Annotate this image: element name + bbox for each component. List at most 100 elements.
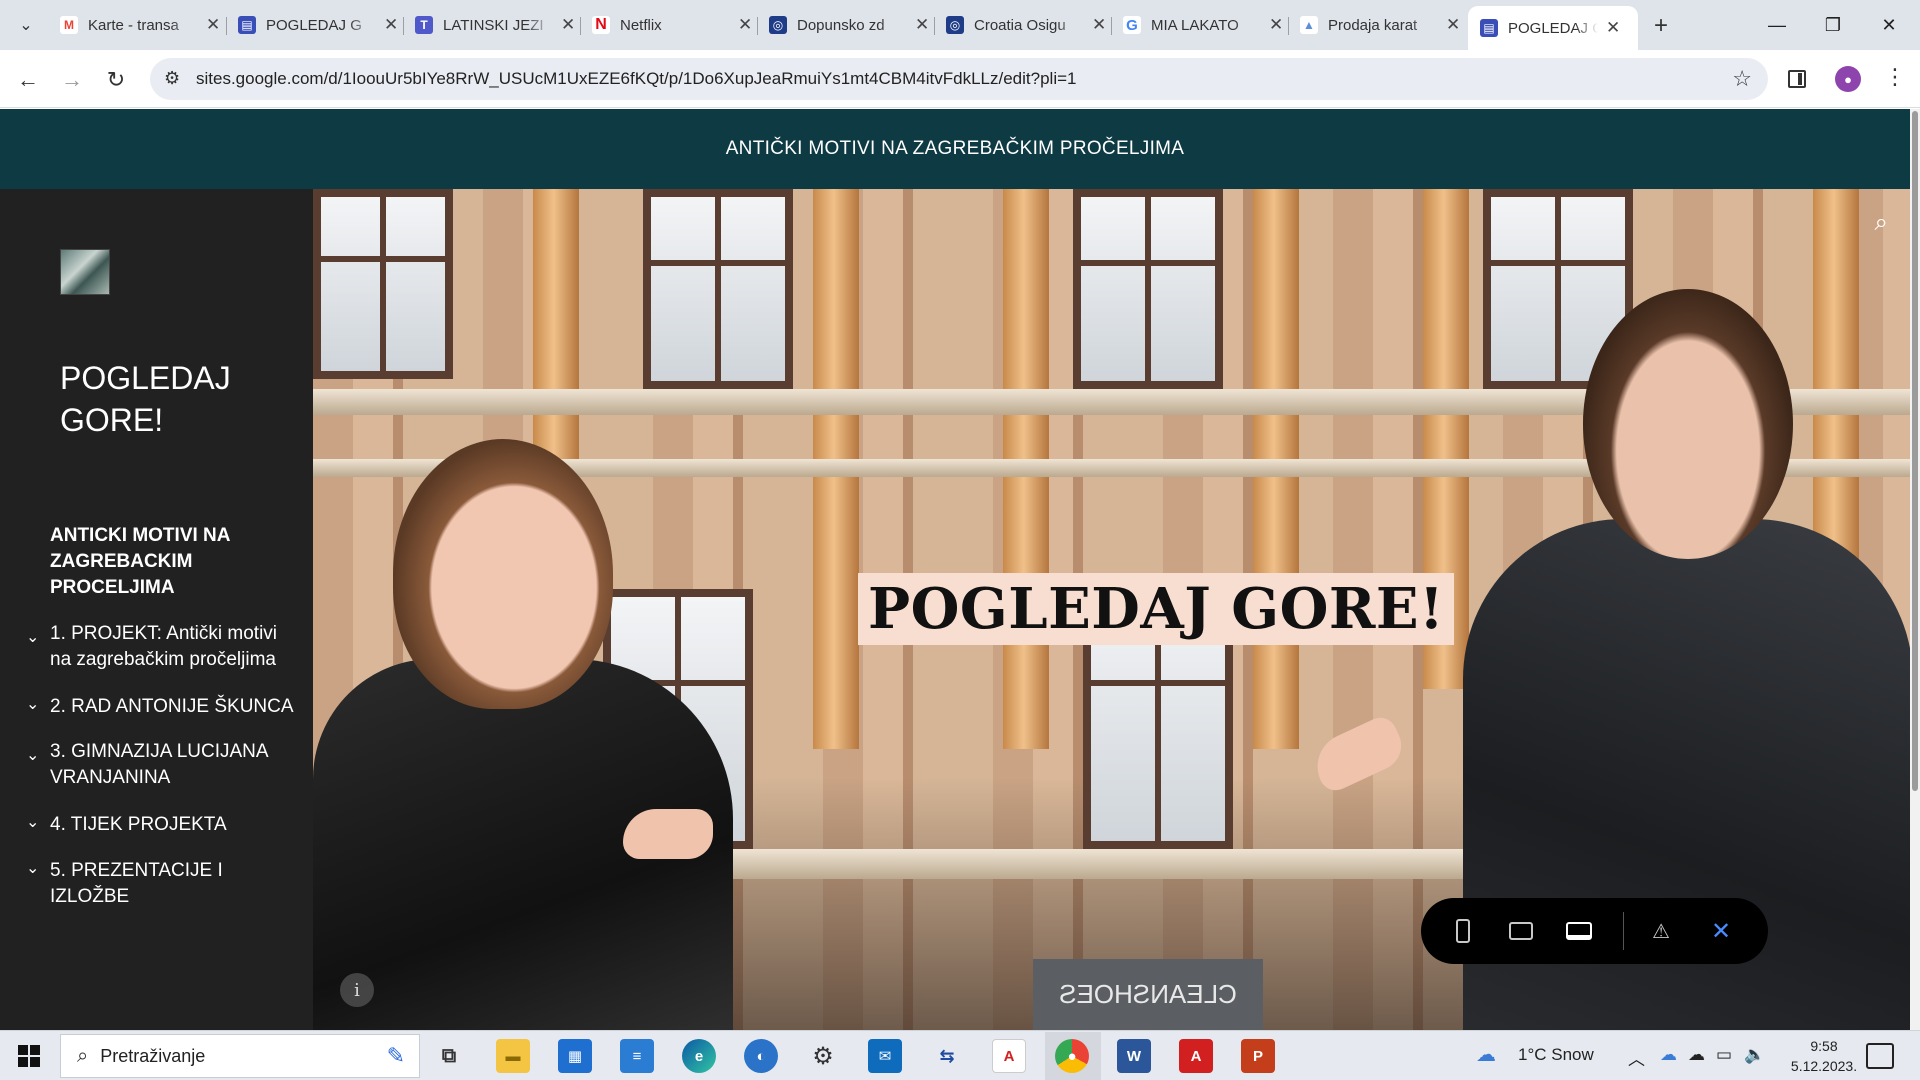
site-info-icon[interactable]: ⚙ — [164, 68, 180, 89]
close-icon[interactable]: ✕ — [738, 15, 752, 35]
tab-search-chevron-icon[interactable]: ⌄ — [12, 11, 40, 39]
nav-item-1[interactable]: ⌄ 1. PROJEKT: Antički motivi na zagrebač… — [26, 621, 300, 673]
bookmark-star-icon[interactable]: ☆ — [1732, 66, 1752, 92]
person-left — [313, 439, 793, 1030]
reload-icon[interactable]: ↻ — [100, 64, 132, 96]
side-panel-icon[interactable] — [1788, 70, 1806, 88]
close-icon[interactable]: ✕ — [561, 15, 575, 35]
close-icon[interactable]: ✕ — [1606, 18, 1620, 38]
browser-tab-active[interactable]: ▤ POGLEDAJ G ✕ — [1468, 6, 1638, 50]
chrome-icon[interactable]: ● — [1055, 1039, 1089, 1073]
task-view-icon[interactable]: ⧉ — [432, 1039, 466, 1073]
tab-title: Karte - transa — [88, 16, 179, 34]
scrollbar-thumb[interactable] — [1912, 111, 1918, 791]
back-arrow-icon[interactable]: ← — [12, 64, 44, 96]
taskbar-search-box[interactable]: ⌕ Pretraživanje ✎ — [60, 1034, 420, 1078]
address-bar[interactable]: ⚙ sites.google.com/d/1IoouUr5bIYe8RrW_US… — [150, 58, 1768, 100]
chevron-down-icon[interactable]: ⌄ — [26, 743, 39, 769]
edge-icon[interactable]: e — [682, 1039, 716, 1073]
chevron-down-icon[interactable]: ⌄ — [26, 625, 39, 651]
clock-time: 9:58 — [1810, 1038, 1838, 1054]
tab-title: MIA LAKATO — [1151, 16, 1239, 34]
tab-title: Croatia Osigu — [974, 16, 1066, 34]
close-icon[interactable]: ✕ — [384, 15, 398, 35]
nav-item-5[interactable]: ⌄ 5. PREZENTACIJE I IZLOŽBE — [26, 858, 300, 910]
kebab-menu-icon[interactable]: ⋮ — [1884, 64, 1906, 90]
close-icon[interactable]: ✕ — [1446, 15, 1460, 35]
browser-tab-6[interactable]: ◎ Croatia Osigu ✕ — [934, 8, 1118, 42]
window-close-icon[interactable]: ✕ — [1874, 10, 1904, 40]
site-title[interactable]: POGLEDAJ GORE! — [60, 357, 280, 441]
restore-icon[interactable]: ❐ — [1818, 10, 1848, 40]
feedback-icon[interactable]: ⚠ — [1643, 913, 1679, 949]
acrobat-icon[interactable]: A — [992, 1039, 1026, 1073]
chevron-down-icon[interactable]: ⌄ — [26, 856, 39, 882]
windows-start-icon[interactable] — [18, 1045, 40, 1067]
taskbar-clock[interactable]: 9:58 5.12.2023. — [1778, 1036, 1870, 1076]
notepad-icon[interactable]: ≡ — [620, 1039, 654, 1073]
hero-banner-image: CLEANSHOES POGLEDAJ GORE! ⌕ i ⚠ ✕ — [313, 189, 1910, 1030]
tab-title: LATINSKI JEZI — [443, 16, 544, 34]
minimize-icon[interactable]: — — [1762, 10, 1792, 40]
acrobat-reader-icon[interactable]: A — [1179, 1039, 1213, 1073]
nav-item-label: 2. RAD ANTONIJE ŠKUNCA — [50, 696, 294, 717]
volume-icon[interactable]: 🔈 — [1744, 1045, 1765, 1065]
profile-avatar[interactable]: ● — [1835, 66, 1861, 92]
powerpoint-icon[interactable]: P — [1241, 1039, 1275, 1073]
teams-icon: T — [415, 16, 433, 34]
info-icon[interactable]: i — [340, 973, 374, 1007]
onedrive-icon[interactable]: ☁ — [1660, 1045, 1677, 1065]
nav-item-2[interactable]: ⌄ 2. RAD ANTONIJE ŠKUNCA — [26, 694, 300, 720]
close-icon[interactable]: ✕ — [1269, 15, 1283, 35]
browser-tab-1[interactable]: M Karte - transa ✕ — [48, 8, 232, 42]
browser-tab-5[interactable]: ◎ Dopunsko zd ✕ — [757, 8, 941, 42]
browser-tab-8[interactable]: ▲ Prodaja karat ✕ — [1288, 8, 1472, 42]
nav-item-3[interactable]: ⌄ 3. GIMNAZIJA LUCIJANA VRANJANINA — [26, 739, 300, 791]
tray-chevron-up-icon[interactable]: ︿ — [1628, 1045, 1645, 1070]
notifications-icon[interactable] — [1866, 1043, 1894, 1069]
mountain-icon: ▲ — [1300, 16, 1318, 34]
close-icon[interactable]: ✕ — [1092, 15, 1106, 35]
croatia-osig-icon: ◎ — [946, 16, 964, 34]
url-text[interactable]: sites.google.com/d/1IoouUr5bIYe8RrW_USUc… — [196, 69, 1076, 89]
header-title-link[interactable]: ANTIČKI MOTIVI NA ZAGREBAČKIM PROČELJIMA — [726, 138, 1185, 160]
browser-tab-3[interactable]: T LATINSKI JEZI ✕ — [403, 8, 587, 42]
browser-tab-2[interactable]: ▤ POGLEDAJ G ✕ — [226, 8, 410, 42]
chevron-down-icon[interactable]: ⌄ — [26, 692, 39, 718]
chevron-down-icon[interactable]: ⌄ — [26, 810, 39, 836]
tab-title: POGLEDAJ G — [266, 16, 362, 34]
mail-icon[interactable]: ✉ — [868, 1039, 902, 1073]
store-icon[interactable]: ▦ — [558, 1039, 592, 1073]
search-icon[interactable]: ⌕ — [1875, 209, 1888, 237]
weather-text[interactable]: 1°C Snow — [1518, 1045, 1594, 1065]
weather-icon[interactable]: ☁ — [1476, 1042, 1496, 1067]
close-icon[interactable]: ✕ — [915, 15, 929, 35]
tablet-preview-icon[interactable] — [1503, 913, 1539, 949]
windows-taskbar: ⌕ Pretraživanje ✎ ⧉ ▬ ▦ ≡ e ◐ ⚙ ✉ ⇆ A ● … — [0, 1030, 1920, 1080]
file-explorer-icon[interactable]: ▬ — [496, 1039, 530, 1073]
teamviewer-icon[interactable]: ⇆ — [930, 1039, 964, 1073]
battery-icon[interactable]: ▭ — [1716, 1045, 1732, 1065]
site-logo[interactable] — [60, 249, 110, 295]
facade-window — [1073, 189, 1223, 389]
close-preview-icon[interactable]: ✕ — [1703, 913, 1739, 949]
browser-tab-4[interactable]: N Netflix ✕ — [580, 8, 764, 42]
desktop-preview-icon[interactable] — [1561, 913, 1597, 949]
preview-device-toolbar: ⚠ ✕ — [1421, 898, 1768, 964]
nav-item-home[interactable]: ANTICKI MOTIVI NA ZAGREBACKIM PROCELJIMA — [50, 523, 300, 601]
page-scrollbar[interactable] — [1910, 109, 1920, 1030]
forward-arrow-icon[interactable]: → — [56, 64, 88, 96]
app-icon[interactable]: ◐ — [744, 1039, 778, 1073]
phone-preview-icon[interactable] — [1445, 913, 1481, 949]
clock-date: 5.12.2023. — [1790, 1058, 1858, 1074]
browser-tab-7[interactable]: G MIA LAKATO ✕ — [1111, 8, 1295, 42]
word-icon[interactable]: W — [1117, 1039, 1151, 1073]
close-icon[interactable]: ✕ — [206, 15, 220, 35]
cloud-icon[interactable]: ☁ — [1688, 1045, 1705, 1065]
hand — [623, 809, 713, 859]
new-tab-button[interactable]: + — [1646, 11, 1676, 41]
facade-window — [313, 189, 453, 379]
hero-title[interactable]: POGLEDAJ GORE! — [858, 573, 1455, 645]
nav-item-4[interactable]: ⌄ 4. TIJEK PROJEKTA — [26, 812, 300, 838]
settings-gear-icon[interactable]: ⚙ — [806, 1039, 840, 1073]
